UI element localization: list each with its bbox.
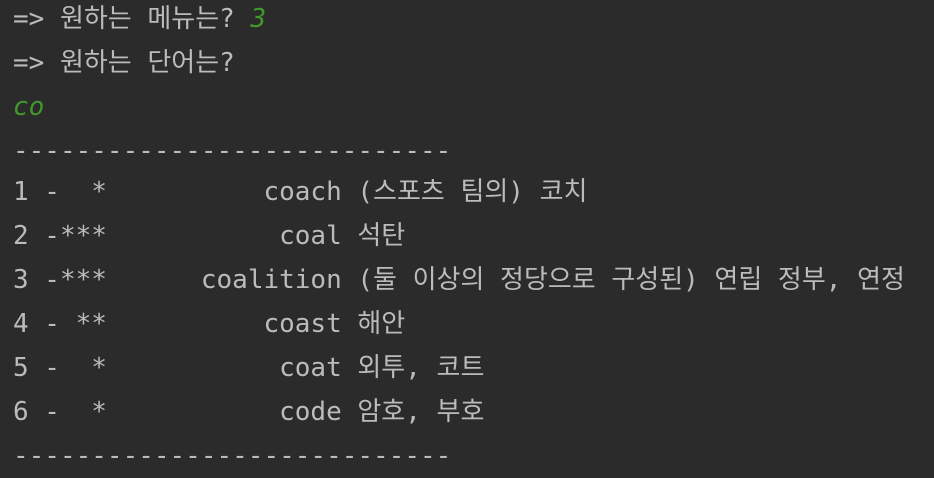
result-word: coach: [106, 177, 358, 207]
word-input[interactable]: co: [13, 85, 934, 129]
result-meaning: (스포츠 팀의) 코치: [357, 177, 588, 207]
result-number: 2 -: [13, 221, 60, 251]
result-meaning: (둘 이상의 정당으로 구성된) 연립 정부, 연정: [357, 265, 905, 295]
result-stars: ***: [59, 265, 107, 295]
result-meaning: 석탄: [357, 221, 406, 251]
separator-top: ----------------------------: [13, 136, 452, 166]
result-number: 1 -: [13, 177, 60, 207]
result-word: coal: [106, 221, 358, 251]
result-number: 5 -: [13, 353, 60, 383]
result-meaning: 암호, 부호: [357, 397, 485, 427]
result-word: coast: [106, 309, 358, 339]
result-row: 3 -*** coalition (둘 이상의 정당으로 구성된) 연립 정부,…: [13, 258, 934, 302]
result-word: code: [106, 397, 358, 427]
result-number: 6 -: [13, 397, 60, 427]
result-number: 4 -: [13, 309, 60, 339]
result-word: coalition: [106, 265, 358, 295]
results-list: 1 - * coach (스포츠 팀의) 코치 2 -*** coal 석탄 3 -…: [13, 170, 934, 434]
result-stars: **: [59, 309, 107, 339]
result-row: 4 - ** coast 해안: [13, 302, 934, 346]
separator-bottom: ----------------------------: [13, 441, 452, 471]
menu-prompt-line: => 원하는 메뉴는? 3: [13, 0, 934, 41]
result-row: 5 - * coat 외투, 코트: [13, 346, 934, 390]
word-prompt-line: => 원하는 단어는?: [13, 41, 934, 85]
result-stars: *: [59, 353, 107, 383]
result-stars: *: [59, 397, 107, 427]
result-meaning: 해안: [357, 309, 406, 339]
menu-prompt: => 원하는 메뉴는?: [13, 4, 251, 34]
menu-input: 3: [250, 4, 267, 34]
result-row: 1 - * coach (스포츠 팀의) 코치: [13, 170, 934, 214]
result-stars: ***: [59, 221, 107, 251]
word-prompt: => 원하는 단어는?: [13, 48, 235, 78]
result-row: 2 -*** coal 석탄: [13, 214, 934, 258]
result-number: 3 -: [13, 265, 60, 295]
console-output: => 원하는 메뉴는? 3 => 원하는 단어는? co -----------…: [0, 0, 934, 478]
result-meaning: 외투, 코트: [357, 353, 485, 383]
result-row: 6 - * code 암호, 부호: [13, 390, 934, 434]
result-stars: *: [59, 177, 107, 207]
result-word: coat: [106, 353, 358, 383]
